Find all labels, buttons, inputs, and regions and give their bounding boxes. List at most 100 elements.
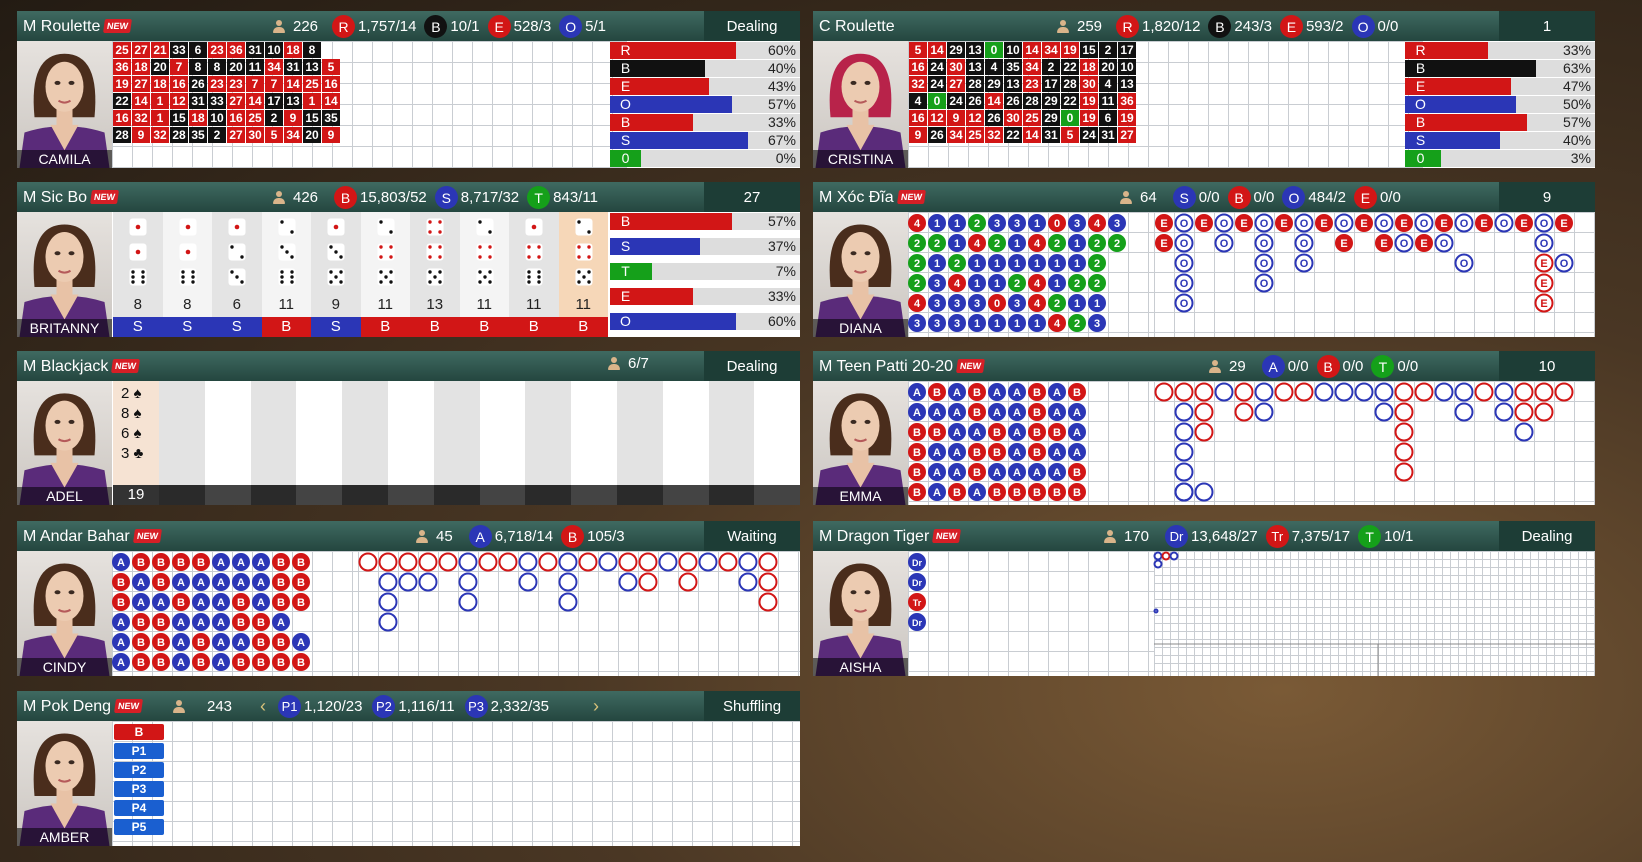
marker-label: 3: [994, 218, 1000, 230]
dealer-avatar: CAMILA: [17, 41, 112, 168]
bead-marker: B: [1028, 483, 1046, 501]
stat-bar-fill: [641, 114, 694, 131]
seat-slot: [250, 381, 297, 505]
number-cell: 0: [985, 42, 1003, 58]
bead-marker: B: [152, 573, 170, 591]
marker-label: A: [913, 387, 921, 399]
prev-arrow-icon[interactable]: ‹: [260, 696, 266, 717]
number-cell: 16: [227, 110, 245, 126]
stat-value: 15,803/52: [360, 189, 427, 206]
bead-marker: 3: [968, 294, 986, 312]
marker-label: O: [1220, 218, 1229, 230]
number-cell: 33: [208, 93, 226, 109]
number-cell: 26: [1004, 93, 1022, 109]
bead-marker: A: [172, 613, 190, 631]
stat-bar-percent: 63%: [1562, 60, 1591, 76]
table-c-roulette[interactable]: C Roulette 259 R 1,820/12 B 243/3 E 593/2 O 0/0 …: [813, 11, 1595, 168]
table-status: Dealing: [704, 11, 800, 41]
seat-slot: [708, 381, 755, 505]
stat-e: E 593/2: [1279, 15, 1344, 38]
bead-marker: 3: [1008, 214, 1026, 232]
marker-label: A: [177, 577, 185, 589]
marker-label: B: [297, 597, 305, 609]
table-m-dragon-tiger[interactable]: M Dragon Tiger NEW 170 Dr 13,648/27 Tr 7,375/…: [813, 521, 1595, 676]
marker-label: A: [197, 577, 205, 589]
road-marker: E: [1355, 214, 1373, 232]
dice-total: 6: [232, 296, 241, 313]
stat-s: S 8,717/32: [434, 186, 519, 209]
road-marker: [1254, 382, 1274, 402]
stat-value: 2,332/35: [490, 698, 549, 715]
bead-marker: A: [1008, 383, 1026, 401]
dice-result: B: [261, 317, 311, 337]
road-marker: E: [1375, 234, 1393, 252]
road-marker: [758, 572, 778, 592]
stat-bar-label: E: [610, 288, 641, 305]
bead-marker: 3: [1068, 214, 1086, 232]
bead-marker: 2: [1088, 254, 1106, 272]
bead-marker: 0: [1048, 214, 1066, 232]
die-6-icon: [525, 268, 543, 286]
table-m-sic-bo[interactable]: M Sic Bo NEW 426 B 15,803/52 S 8,717/32 T 843/1…: [17, 182, 800, 337]
stat-e: E 528/3: [487, 15, 551, 38]
number-cell: 31: [246, 42, 264, 58]
bead-marker: B: [232, 613, 250, 631]
table-status: 1: [1499, 11, 1595, 41]
bead-marker: B: [192, 553, 210, 571]
number-cell: 13: [1004, 76, 1022, 92]
number-history: 25 27 21 33 6 23 36 31 10 18 8 36 18 20 7 8 8 20 11 34 31 13 5…: [113, 42, 340, 143]
table-m-roulette[interactable]: M Roulette NEW 226 R 1,757/14 B 10/1 E 528/3 O 5/…: [17, 11, 800, 168]
badge-p1: P1: [278, 695, 302, 718]
number-cell: 14: [322, 93, 340, 109]
table-status: Shuffling: [704, 691, 800, 721]
table-stats: 426 B 15,803/52 S 8,717/32 T 843/11: [272, 186, 598, 209]
bead-marker: B: [192, 653, 210, 671]
road-marker: [1394, 442, 1414, 462]
road-marker: [1454, 382, 1474, 402]
number-cell: 7: [170, 59, 188, 75]
road-marker: O: [1534, 213, 1554, 233]
table-m-blackjack[interactable]: M Blackjack NEW 6/7 Dealing ADEL 2 ♠ 8 ♠ 6 …: [17, 351, 800, 505]
stat-bar-fill: [641, 313, 737, 330]
die-1-icon: [179, 218, 196, 236]
marker-label: B: [137, 657, 145, 669]
road-marker: O: [1374, 213, 1394, 233]
bead-marker: 2: [908, 254, 926, 272]
table-m-andar-bahar[interactable]: M Andar Bahar NEW 45 A 6,718/14 B 105/3 Waiti…: [17, 521, 800, 676]
table-m-pok-deng[interactable]: M Pok Deng NEW 243 ‹ P1 1,120/23 P2 1,116/11 P3…: [17, 691, 800, 846]
marker-label: A: [177, 617, 185, 629]
number-cell: 18: [284, 42, 302, 58]
number-cell: 30: [1080, 76, 1098, 92]
road-marker: [1514, 402, 1534, 422]
marker-label: 3: [1074, 218, 1080, 230]
marker-label: A: [1053, 467, 1061, 479]
road-marker: [1161, 551, 1171, 561]
marker-label: 4: [1094, 218, 1101, 230]
badge-b: B: [334, 186, 358, 209]
marker-label: B: [1033, 427, 1041, 439]
number-cell: 22: [113, 93, 131, 109]
table-m-teen-patti[interactable]: M Teen Patti 20-20 NEW 29 A 0/0 B 0/0 T 0/0 10 …: [813, 351, 1595, 505]
dealer-avatar: AMBER: [17, 721, 112, 846]
marker-label: Dr: [912, 578, 922, 588]
marker-label: 1: [994, 258, 1000, 270]
marker-label: A: [237, 637, 245, 649]
number-cell: 8: [208, 59, 226, 75]
bead-marker: A: [908, 403, 926, 421]
marker-label: E: [1240, 218, 1247, 230]
table-stats: 226 R 1,757/14 B 10/1 E 528/3 O 5/1: [272, 15, 606, 38]
bead-marker: B: [1048, 423, 1066, 441]
bead-marker: A: [968, 483, 986, 501]
road-marker: [1374, 402, 1394, 422]
marker-label: A: [933, 487, 941, 499]
road-marker: O: [1414, 213, 1434, 233]
bead-marker: B: [152, 613, 170, 631]
bead-marker: A: [212, 573, 230, 591]
table-m-xoc-dia[interactable]: M Xóc Đĩa NEW 64 S 0/0 B 0/0 O 484/2 E 0/0 9 DIAN…: [813, 182, 1595, 337]
number-cell: 4: [1099, 76, 1117, 92]
next-arrow-icon[interactable]: ›: [593, 696, 599, 717]
number-cell: 26: [189, 76, 207, 92]
number-cell: 28: [113, 127, 131, 143]
dice-result: S: [212, 317, 262, 337]
stat-bar: E 33%: [610, 288, 800, 305]
